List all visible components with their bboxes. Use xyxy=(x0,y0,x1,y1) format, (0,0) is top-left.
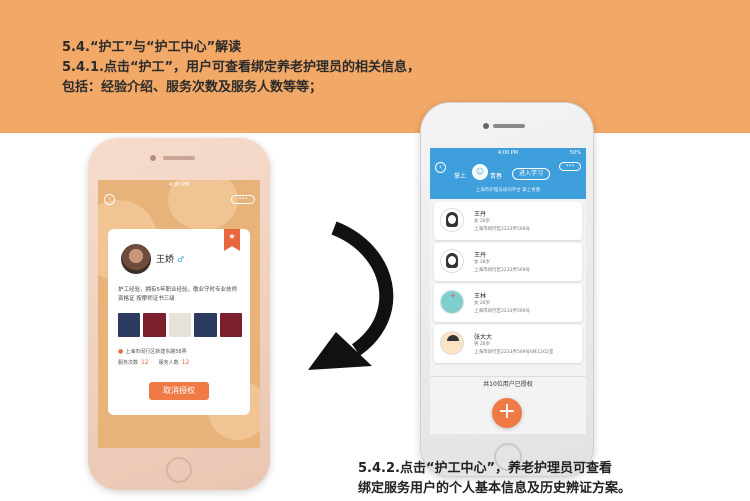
user-address: 上海市闵行区2233弄569号 xyxy=(474,227,531,232)
address-text: 上海市闵行区新建东路58弄 xyxy=(125,349,187,355)
user-avatar xyxy=(440,331,464,355)
user-address: 上海市闵行区2233弄569号 xyxy=(474,268,531,273)
nurse-card: ★ 王娇 ♂ 护工经验，拥有5年职业经验，敬业守时专业技师资格证 按摩师证书三级 … xyxy=(108,229,250,415)
status-time: 4:00 PM xyxy=(497,150,519,156)
header-label-right: 青春 xyxy=(490,173,503,180)
footer-line-2: 绑定服务用户的个人基本信息及历史辨证方案。 xyxy=(358,481,632,496)
star-badge-icon: ★ xyxy=(224,229,240,251)
nurse-avatar xyxy=(121,244,151,274)
service-people-label: 服务人数 xyxy=(158,360,179,366)
header-subtitle: 上海市护理员培训平台 掌上青春 xyxy=(475,188,541,193)
user-avatar xyxy=(440,208,464,232)
service-people-value: 12 xyxy=(181,359,190,366)
authorized-user-count: 共10位用户已授权 xyxy=(430,376,586,388)
user-info: 女 28岁 xyxy=(474,301,491,306)
user-name: 王丹 xyxy=(474,252,487,259)
more-menu-icon[interactable]: ••• xyxy=(559,162,581,171)
location-pin-icon: ● xyxy=(118,348,124,355)
phone-home-button xyxy=(166,457,192,483)
header-label-left: 掌上 xyxy=(454,173,467,180)
nurse-center-screen: 4:00 PM 50% ‹ ••• 掌上 ☺ 青春 进入学习 上海市护理员培训平… xyxy=(430,148,586,434)
header-avatar-icon: ☺ xyxy=(472,164,488,180)
more-menu-icon[interactable]: ••• xyxy=(231,195,255,204)
certificate-image xyxy=(143,313,166,337)
user-name: 张大大 xyxy=(474,334,493,341)
user-address: 上海市闵行区2233弄569号 xyxy=(474,309,531,314)
certificate-image xyxy=(219,313,243,337)
nurse-address: ● 上海市闵行区新建东路58弄 xyxy=(118,348,187,355)
phone-speaker xyxy=(163,156,195,160)
certificate-row xyxy=(118,313,243,337)
user-avatar xyxy=(440,290,464,314)
curved-arrow-icon xyxy=(308,221,394,370)
battery-level: 50% xyxy=(569,150,581,156)
service-count-value: 12 xyxy=(141,359,149,366)
user-info: 女 28岁 xyxy=(474,219,491,224)
nurse-name-text: 王娇 xyxy=(156,255,175,265)
certificate-image xyxy=(194,313,217,337)
phone-nurse-center: 4:00 PM 50% ‹ ••• 掌上 ☺ 青春 进入学习 上海市护理员培训平… xyxy=(420,102,594,477)
intro-line-2: 5.4.1.点击“护工”，用户可查看绑定养老护理员的相关信息， xyxy=(62,60,421,75)
status-bar: 4:00 PM xyxy=(168,182,190,188)
list-item[interactable]: 王林 女 28岁 上海市闵行区2233弄569号 xyxy=(434,284,582,322)
service-stats: 服务次数 12 服务人数 12 xyxy=(118,359,199,366)
list-item[interactable]: 王丹 女 28岁 上海市闵行区2233弄569号 xyxy=(434,202,582,240)
user-list: 王丹 女 28岁 上海市闵行区2233弄569号 王丹 女 28岁 上海市闵行区… xyxy=(434,202,582,366)
user-name: 王丹 xyxy=(474,211,487,218)
phone-speaker xyxy=(493,124,525,128)
certificate-image xyxy=(168,313,192,337)
intro-text: 5.4.“护工”与“护工中心”解读 5.4.1.点击“护工”，用户可查看绑定养老… xyxy=(62,38,420,98)
cancel-authorization-button[interactable]: 取消授权 xyxy=(149,382,209,400)
nurse-name: 王娇 ♂ xyxy=(156,252,184,265)
service-count-label: 服务次数 xyxy=(118,360,139,366)
footer-text: 5.4.2.点击“护工中心”，养老护理员可查看 绑定服务用户的个人基本信息及历史… xyxy=(358,459,631,499)
phone-camera xyxy=(483,123,489,129)
footer-line-1: 5.4.2.点击“护工中心”，养老护理员可查看 xyxy=(358,461,613,476)
user-info: 男 28岁 xyxy=(474,342,491,347)
list-item[interactable]: 张大大 男 28岁 上海市闵行区2233弄569号6栋1202室 xyxy=(434,325,582,363)
phone-camera xyxy=(150,155,156,161)
enter-learning-button[interactable]: 进入学习 xyxy=(512,168,550,180)
certificate-image xyxy=(118,313,141,337)
male-gender-icon: ♂ xyxy=(177,255,185,264)
user-address: 上海市闵行区2233弄569号6栋1202室 xyxy=(474,350,554,355)
user-info: 女 28岁 xyxy=(474,260,491,265)
back-icon[interactable]: ‹ xyxy=(435,162,446,173)
phone-nurse-detail: 4:00 PM ‹ ••• ★ 王娇 ♂ 护工经验，拥有5年职业经验，敬业守时专业… xyxy=(88,138,270,490)
user-avatar xyxy=(440,249,464,273)
nurse-detail-screen: 4:00 PM ‹ ••• ★ 王娇 ♂ 护工经验，拥有5年职业经验，敬业守时专业… xyxy=(98,180,260,448)
intro-line-3: 包括：经验介绍、服务次数及服务人数等等； xyxy=(62,80,323,95)
nurse-description: 护工经验，拥有5年职业经验，敬业守时专业技师资格证 按摩师证书三级 xyxy=(118,287,238,302)
back-icon[interactable]: ‹ xyxy=(104,194,115,205)
intro-line-1: 5.4.“护工”与“护工中心”解读 xyxy=(62,40,242,55)
add-plus-icon[interactable]: + xyxy=(492,398,522,428)
list-item[interactable]: 王丹 女 28岁 上海市闵行区2233弄569号 xyxy=(434,243,582,281)
app-header: 4:00 PM 50% ‹ ••• 掌上 ☺ 青春 进入学习 上海市护理员培训平… xyxy=(430,148,586,199)
user-name: 王林 xyxy=(474,293,487,300)
status-bar: 4:00 PM 50% xyxy=(430,148,586,158)
